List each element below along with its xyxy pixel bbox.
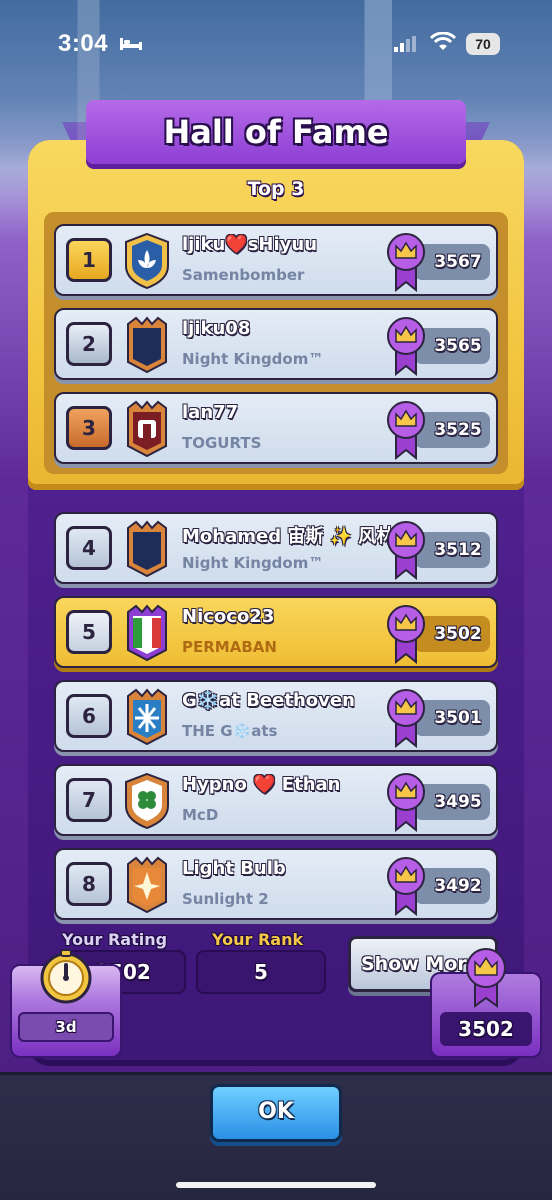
player-name: Light Bulb [182, 858, 286, 879]
clan-badge-icon [125, 772, 169, 830]
battery-indicator: 70 [466, 33, 500, 55]
rank-number: 4 [66, 526, 112, 570]
clan-badge-icon [127, 856, 167, 914]
leaderboard-row[interactable]: 1 ljiku❤️sHiyuu Samenbomber 3567 [54, 224, 498, 296]
stopwatch-icon [40, 949, 92, 1004]
cellular-signal-icon [394, 36, 416, 52]
section-subtitle: Top 3 [247, 178, 305, 200]
player-name: Hypno ❤️ Ethan [182, 774, 341, 795]
crown-medal-icon [387, 605, 425, 664]
player-name: Nicoco23 [182, 606, 275, 627]
season-timer-value: 3d [18, 1012, 114, 1042]
sleep-mode-icon [120, 38, 142, 50]
clan-name: Night Kingdom™ [182, 554, 324, 572]
your-rank-value: 5 [196, 950, 326, 994]
clan-badge-icon [127, 316, 167, 374]
leaderboard-row[interactable]: 6 G❄️at Beethoven THE G❄️ats 3501 [54, 680, 498, 752]
page-title: Hall of Fame [163, 113, 389, 151]
clan-badge-icon [127, 400, 167, 458]
clan-name: PERMABAN [182, 638, 277, 656]
player-name: G❄️at Beethoven [182, 690, 355, 711]
clan-badge-icon [127, 604, 167, 662]
rank-number: 2 [66, 322, 112, 366]
status-bar: 3:04 70 [0, 0, 552, 90]
crown-medal-icon [387, 689, 425, 748]
rank-number: 7 [66, 778, 112, 822]
leaderboard-row[interactable]: 4 Mohamed 宙斯 ✨ 风林 Night Kingdom™ 3512 [54, 512, 498, 584]
leaderboard-row[interactable]: 8 Light Bulb Sunlight 2 3492 [54, 848, 498, 920]
player-name: ljiku08 [182, 318, 251, 339]
clan-badge-icon [127, 688, 167, 746]
crown-medal-icon [387, 233, 425, 292]
rank-number: 8 [66, 862, 112, 906]
clan-name: Night Kingdom™ [182, 350, 324, 368]
clan-name: Sunlight 2 [182, 890, 269, 908]
rank-number: 1 [66, 238, 112, 282]
your-rating-label: Your Rating [62, 930, 168, 949]
clan-name: THE G❄️ats [182, 722, 278, 740]
home-indicator[interactable] [176, 1182, 376, 1188]
clan-name: McD [182, 806, 219, 824]
wifi-icon [430, 32, 456, 50]
leaderboard-row[interactable]: 2 ljiku08 Night Kingdom™ 3565 [54, 308, 498, 380]
crown-medal-icon [387, 773, 425, 832]
player-name: ljiku❤️sHiyuu [182, 234, 318, 255]
rank-number: 5 [66, 610, 112, 654]
leaderboard-row[interactable]: 3 lan77 TOGURTS 3525 [54, 392, 498, 464]
crown-medal-icon [466, 948, 506, 1008]
player-name: lan77 [182, 402, 239, 423]
player-rating-value: 3502 [440, 1012, 532, 1046]
status-time: 3:04 [58, 30, 109, 57]
leaderboard-row-current-player[interactable]: 5 Nicoco23 PERMABAN 3502 [54, 596, 498, 668]
rank-number: 3 [66, 406, 112, 450]
leaderboard-row[interactable]: 7 Hypno ❤️ Ethan McD 3495 [54, 764, 498, 836]
crown-medal-icon [387, 521, 425, 580]
your-rank-label: Your Rank [212, 930, 304, 949]
clan-name: TOGURTS [182, 434, 262, 452]
rank-number: 6 [66, 694, 112, 738]
player-name: Mohamed 宙斯 ✨ 风林 [182, 526, 392, 547]
crown-medal-icon [387, 317, 425, 376]
crown-medal-icon [387, 857, 425, 916]
ok-button[interactable]: OK [210, 1084, 342, 1142]
clan-name: Samenbomber [182, 266, 305, 284]
clan-badge-icon [125, 232, 169, 290]
crown-medal-icon [387, 401, 425, 460]
clan-badge-icon [127, 520, 167, 578]
